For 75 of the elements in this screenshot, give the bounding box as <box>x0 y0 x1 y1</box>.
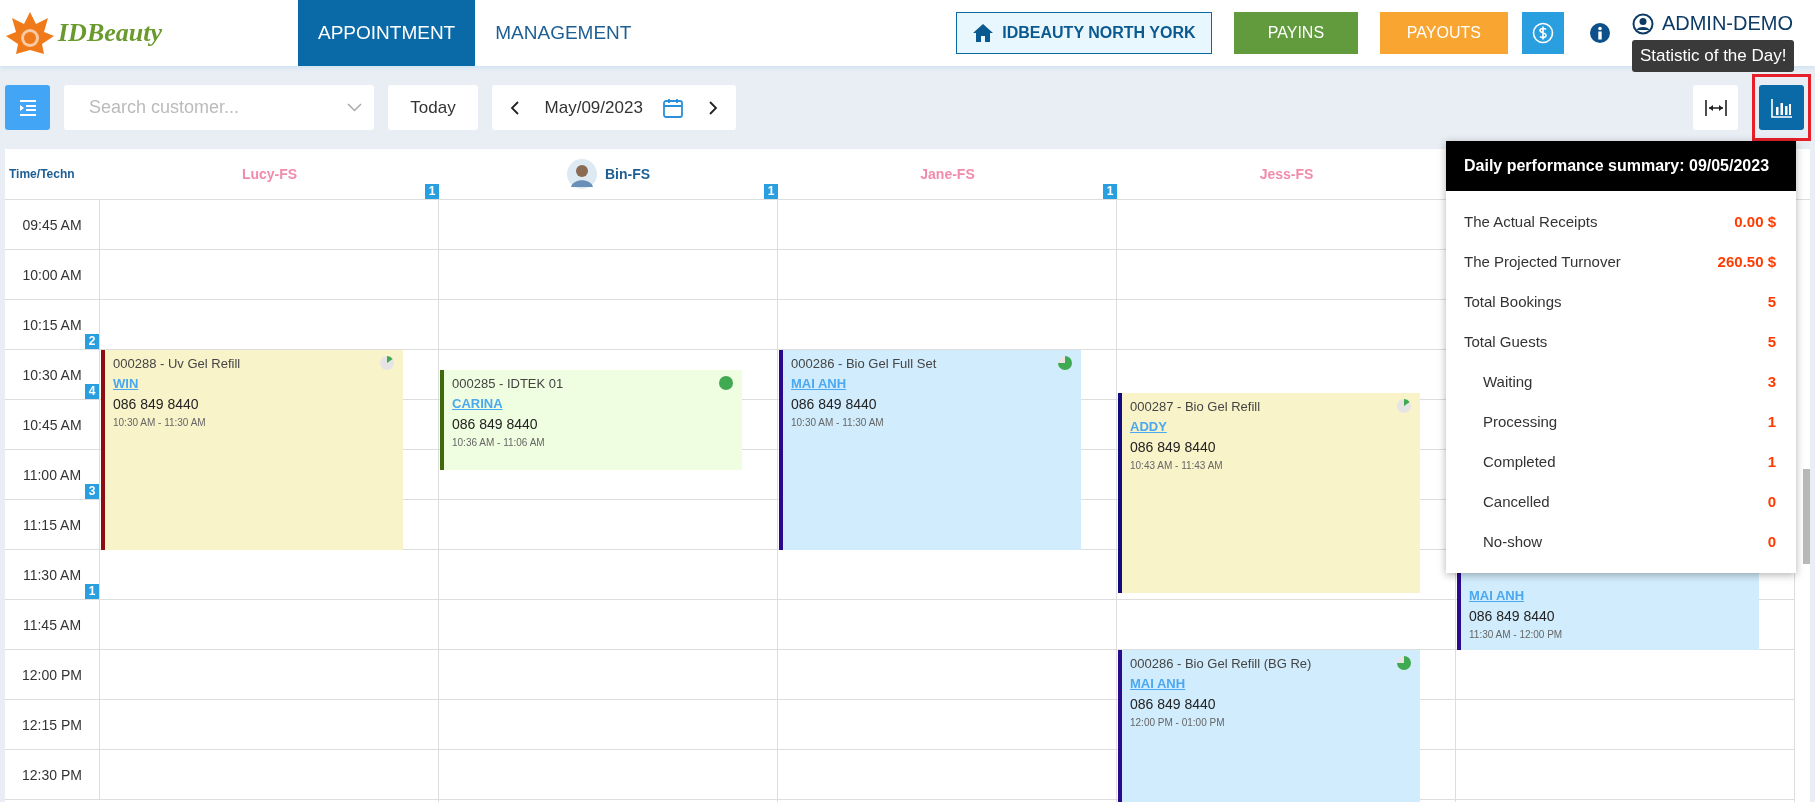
time-label: 10:15 AM <box>22 316 82 333</box>
stat-value: 0 <box>1767 532 1776 550</box>
appointment-card[interactable]: 000288 - Uv Gel Refill WIN 086 849 8440 10:30 AM - 11:30 AM <box>101 350 403 550</box>
time-label: 12:00 PM <box>22 666 82 683</box>
phone-number: 086 849 8440 <box>1469 608 1556 624</box>
time-label: 10:45 AM <box>22 416 82 433</box>
phone-number: 086 849 8440 <box>452 416 539 432</box>
appointment-card[interactable]: 000286 - Bio Gel Refill (BG Re) MAI ANH 086 849 8440 12:00 PM - 01:00 PM <box>1118 650 1420 802</box>
stat-label: Completed <box>1483 452 1556 470</box>
phone-number: 086 849 8440 <box>1130 696 1217 712</box>
stat-label: No-show <box>1483 532 1543 550</box>
nav-tab[interactable]: APPOINTMENT <box>298 0 476 66</box>
time-label: 11:00 AM <box>22 466 82 483</box>
nav-tab[interactable]: MANAGEMENT <box>475 0 652 66</box>
phone-number: 086 849 8440 <box>113 396 200 412</box>
stat-value: 5 <box>1767 292 1776 310</box>
technician-name: Jess-FS <box>1259 166 1314 182</box>
time-label: 12:15 PM <box>22 716 82 733</box>
technician-name: Bin-FS <box>604 166 651 182</box>
time-label: 12:30 PM <box>22 766 82 783</box>
time-label: 09:45 AM <box>22 216 82 233</box>
stat-value: 1 <box>1767 452 1776 470</box>
count-badge: 1 <box>764 184 778 199</box>
time-range: 12:00 PM - 01:00 PM <box>1130 717 1226 728</box>
stat-label: Cancelled <box>1483 492 1550 510</box>
stat-label: The Actual Receipts <box>1464 212 1598 230</box>
stat-value: 260.50 $ <box>1717 252 1776 270</box>
time-label: 10:30 AM <box>22 366 82 383</box>
time-range: 10:36 AM - 11:06 AM <box>452 437 546 448</box>
logo-text: IDBeauty <box>58 18 162 48</box>
stat-label: The Projected Turnover <box>1464 252 1621 270</box>
technician-name: Lucy-FS <box>241 166 298 182</box>
time-label: 10:00 AM <box>22 266 82 283</box>
phone-number: 086 849 8440 <box>1130 439 1217 456</box>
count-badge: 4 <box>85 384 99 399</box>
store-button[interactable]: IDBEAUTY NORTH YORK <box>955 12 1212 54</box>
stat-label: Waiting <box>1483 372 1533 390</box>
service-title: 000287 - Bio Gel Refill <box>1130 398 1261 414</box>
time-label: 11:45 AM <box>22 616 82 633</box>
stat-label: Total Guests <box>1464 332 1548 350</box>
time-range: 10:43 AM - 11:43 AM <box>1130 460 1224 472</box>
service-title: 000285 - IDTEK 01 <box>452 375 564 391</box>
count-badge: 1 <box>1103 184 1117 199</box>
appointment-card[interactable]: 000287 - Bio Gel Refill ADDY 086 849 8440 10:43 AM - 11:43 AM <box>1118 393 1420 594</box>
stat-label: Total Bookings <box>1464 292 1562 310</box>
date-text: May/09/2023 <box>544 97 643 118</box>
appointment-card[interactable]: 000285 - IDTEK 01 CARINA 086 849 8440 10:36 AM - 11:06 AM <box>440 370 742 470</box>
stat-value: 3 <box>1767 372 1776 390</box>
service-title: 000288 - Uv Gel Refill <box>113 355 241 371</box>
time-range: 10:30 AM - 11:30 AM <box>791 417 885 428</box>
column-header: Time/Techn <box>8 166 76 183</box>
stat-value: 1 <box>1767 412 1776 430</box>
count-badge: 1 <box>425 184 439 199</box>
stat-value: 0 <box>1767 492 1776 510</box>
time-label: 11:30 AM <box>22 566 82 583</box>
count-badge: 1 <box>85 584 99 599</box>
popup-title: Daily performance summary: 09/05/2023 <box>1446 141 1796 191</box>
time-range: 11:30 AM - 12:00 PM <box>1469 629 1564 640</box>
tooltip: Statistic of the Day! <box>1632 40 1795 72</box>
count-badge: 2 <box>85 334 99 349</box>
time-range: 10:30 AM - 11:30 AM <box>113 417 207 428</box>
today-button[interactable]: Today <box>388 85 478 130</box>
stat-value: 5 <box>1767 332 1776 350</box>
time-label: 11:15 AM <box>22 516 82 533</box>
search-field[interactable]: Search customer... <box>64 85 374 130</box>
technician-name: Jane-FS <box>920 166 975 182</box>
count-badge: 3 <box>85 484 99 499</box>
phone-number: 086 849 8440 <box>791 396 878 412</box>
service-title: 000286 - Bio Gel Refill (BG Re) <box>1130 655 1312 671</box>
stat-label: Processing <box>1483 412 1558 430</box>
user-name[interactable]: ADMIN-DEMO <box>1661 12 1793 35</box>
service-title: 000286 - Bio Gel Full Set <box>791 355 937 371</box>
date-picker[interactable]: May/09/2023 <box>492 85 736 130</box>
appointment-card[interactable]: 000286 - Bio Gel Full Set MAI ANH 086 849 8440 10:30 AM - 11:30 AM <box>779 350 1081 550</box>
stat-value: 0.00 $ <box>1734 212 1776 230</box>
